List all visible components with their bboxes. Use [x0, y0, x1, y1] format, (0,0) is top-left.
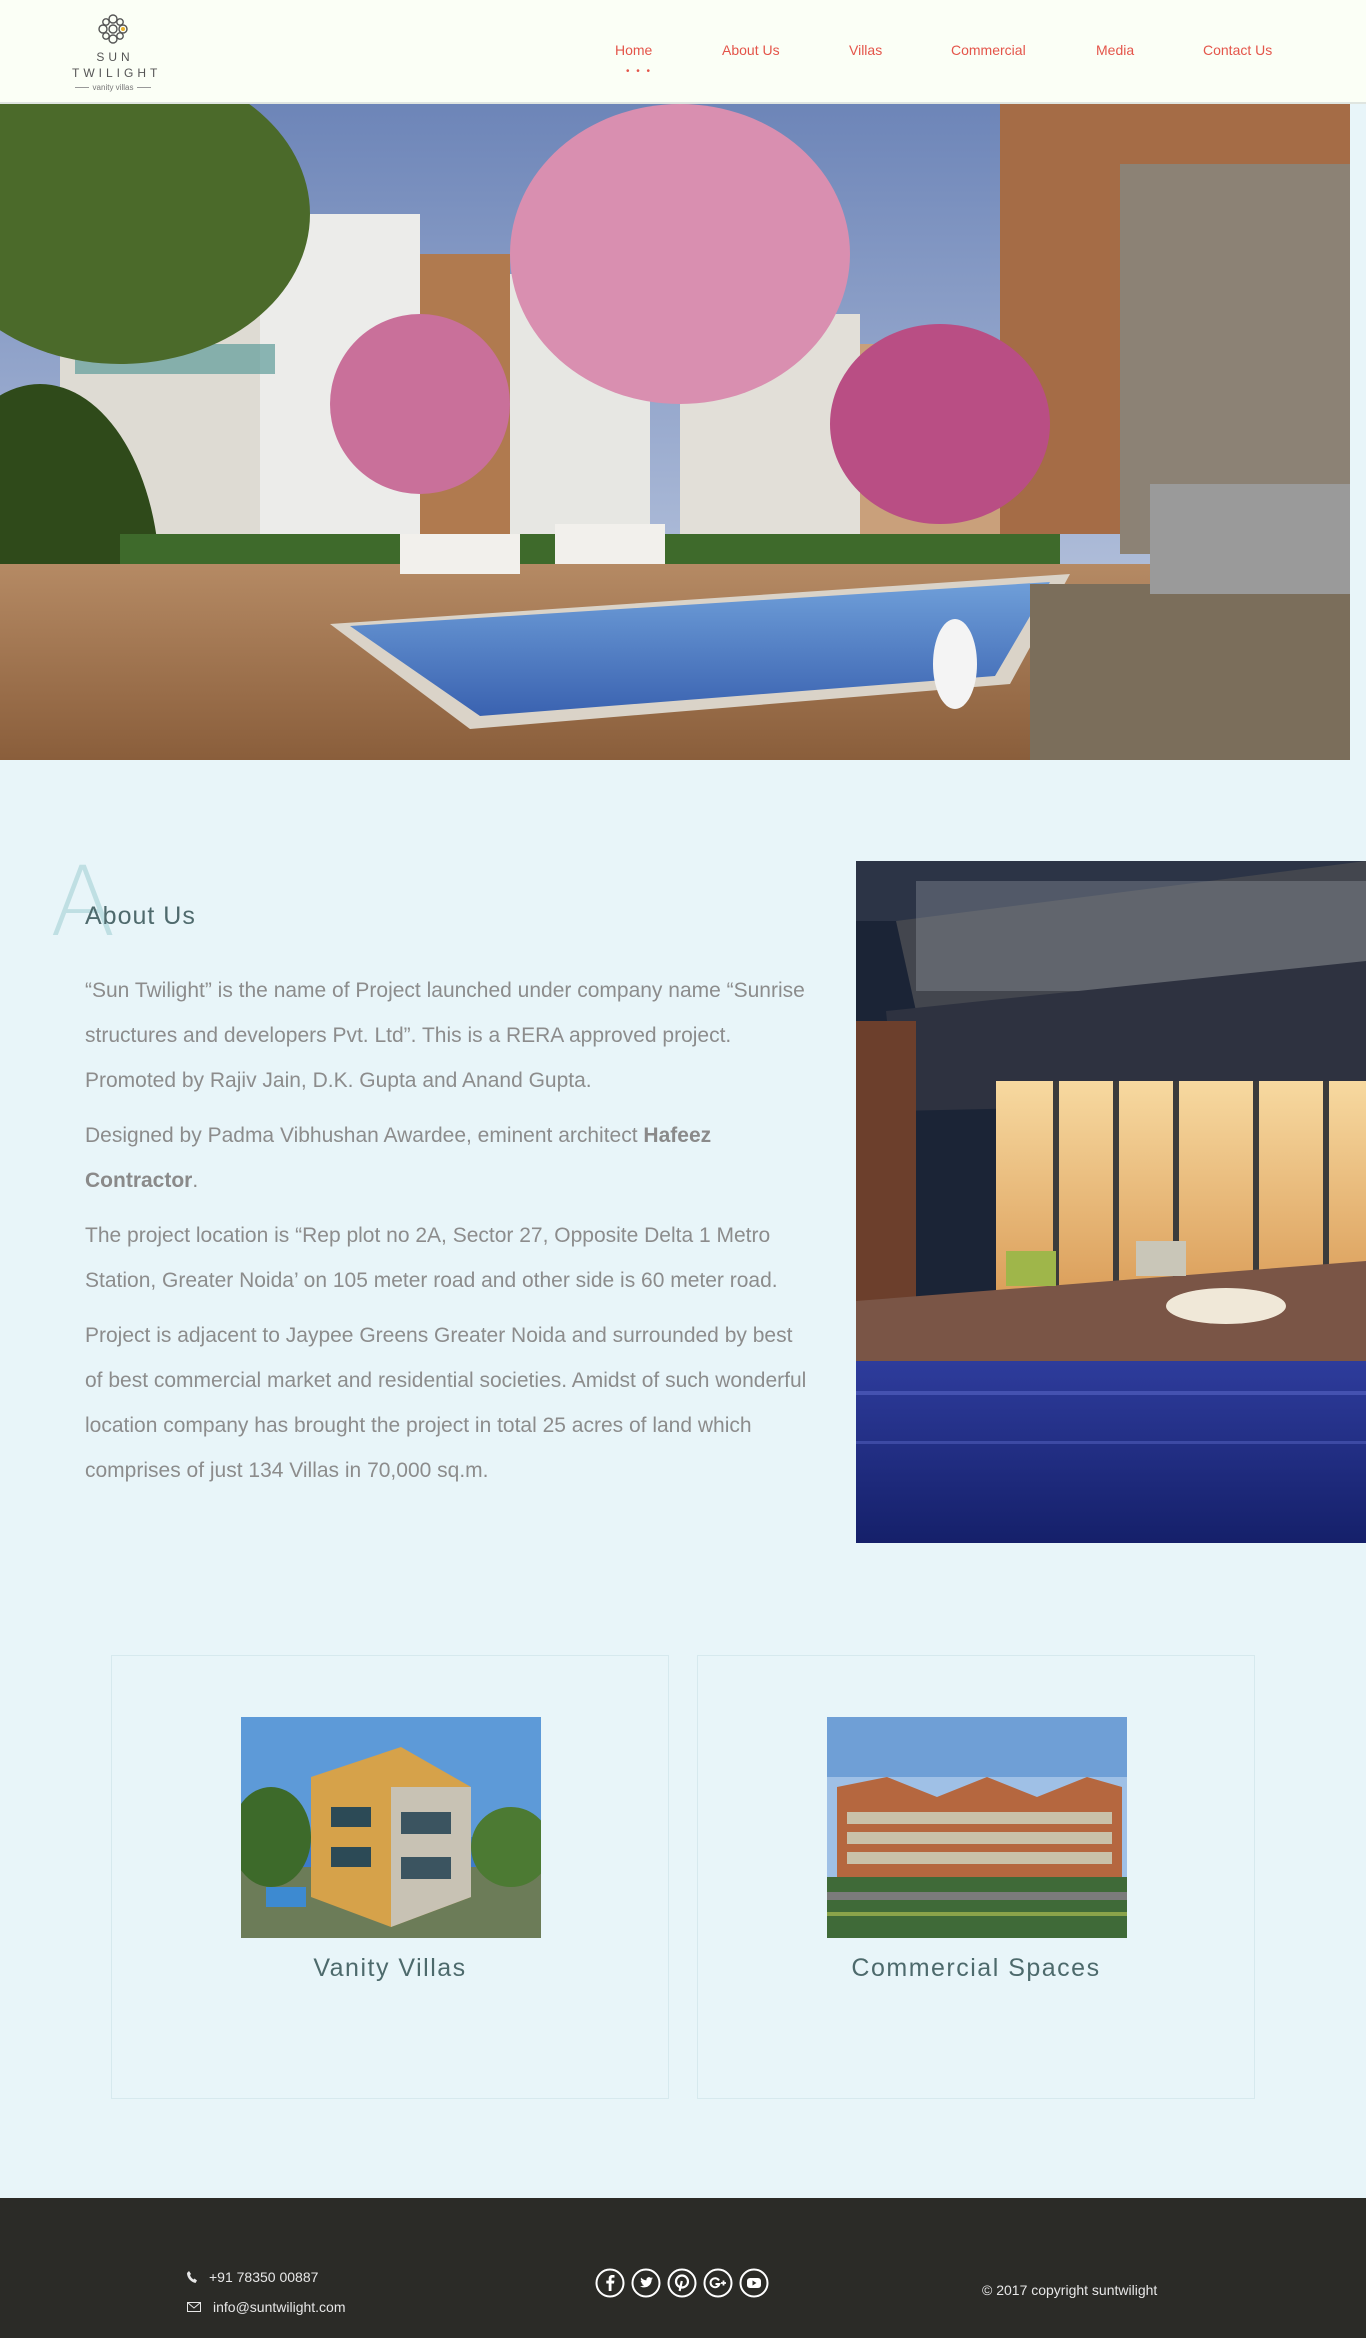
commercial-spaces-image: [827, 1717, 1127, 1938]
card-commercial-spaces[interactable]: Commercial Spaces: [697, 1655, 1255, 2099]
facebook-icon[interactable]: [595, 2268, 625, 2298]
commercial-spaces-title[interactable]: Commercial Spaces: [698, 1954, 1254, 1983]
footer-contact: +91 78350 00887 info@suntwilight.com: [187, 2262, 346, 2322]
youtube-icon[interactable]: [739, 2268, 769, 2298]
footer-copyright: © 2017 copyright suntwilight: [982, 2282, 1158, 2298]
phone-icon: [187, 2271, 197, 2283]
site-header: SUN TWILIGHT vanity villas Home About Us…: [0, 0, 1366, 104]
google-plus-icon[interactable]: [703, 2268, 733, 2298]
nav-commercial[interactable]: Commercial: [951, 42, 1026, 58]
logo-line-twilight: TWILIGHT: [72, 66, 162, 80]
twitter-icon[interactable]: [631, 2268, 661, 2298]
about-paragraph-2: Designed by Padma Vibhushan Awardee, emi…: [85, 1124, 712, 1192]
hero-image: [0, 104, 1350, 760]
logo-flower-icon: [98, 14, 128, 44]
about-image: [856, 861, 1366, 1543]
nav-home[interactable]: Home: [615, 42, 652, 58]
footer-phone[interactable]: +91 78350 00887: [187, 2262, 346, 2292]
vanity-villas-image: [241, 1717, 541, 1938]
card-vanity-villas[interactable]: Vanity Villas: [111, 1655, 669, 2099]
nav-contact-us[interactable]: Contact Us: [1203, 42, 1272, 58]
about-paragraph-4: Project is adjacent to Jaypee Greens Gre…: [85, 1324, 807, 1482]
footer-phone-text: +91 78350 00887: [209, 2269, 319, 2285]
nav-active-indicator: • • •: [626, 66, 653, 77]
nav-media[interactable]: Media: [1096, 42, 1134, 58]
logo-tagline: vanity villas: [68, 83, 158, 92]
about-text: “Sun Twilight” is the name of Project la…: [85, 968, 815, 1503]
footer-email[interactable]: info@suntwilight.com: [187, 2292, 346, 2322]
main-nav: Home About Us Villas Commercial Media Co…: [0, 42, 1366, 77]
about-paragraph-3: The project location is “Rep plot no 2A,…: [85, 1224, 778, 1292]
about-heading: About Us: [85, 902, 196, 930]
envelope-icon: [187, 2302, 201, 2312]
nav-about-us[interactable]: About Us: [722, 42, 780, 58]
site-footer: +91 78350 00887 info@suntwilight.com © 2…: [0, 2198, 1366, 2338]
nav-villas[interactable]: Villas: [849, 42, 882, 58]
footer-email-text: info@suntwilight.com: [213, 2299, 346, 2315]
vanity-villas-title[interactable]: Vanity Villas: [112, 1954, 668, 1983]
pinterest-icon[interactable]: [667, 2268, 697, 2298]
about-paragraph-1: “Sun Twilight” is the name of Project la…: [85, 979, 805, 1092]
footer-social-icons: [595, 2268, 769, 2298]
